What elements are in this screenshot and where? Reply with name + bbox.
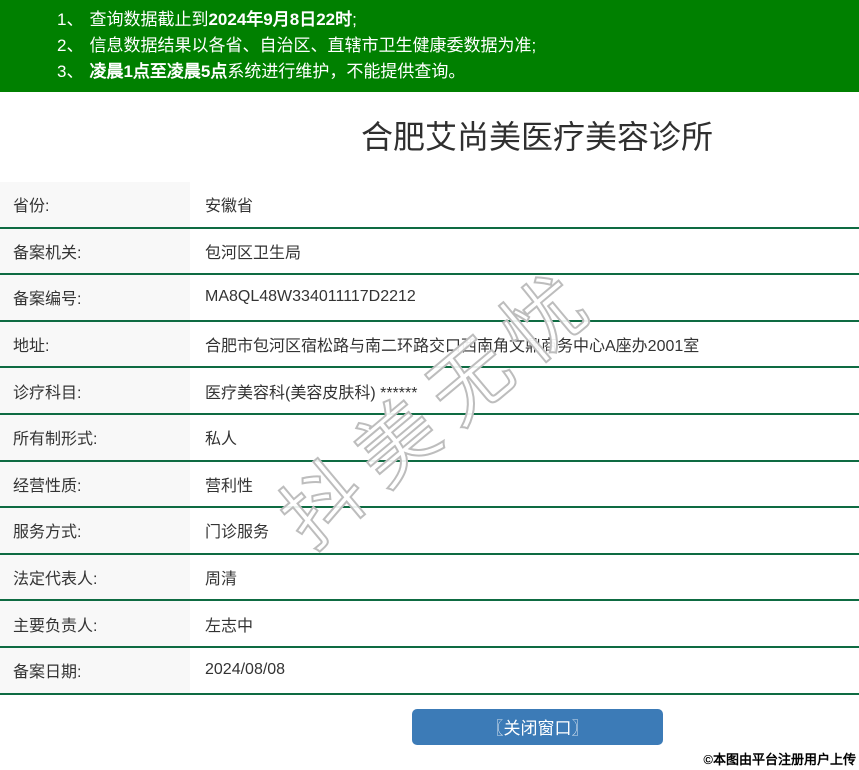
- notice-text-bold: 凌晨1点至凌晨5点: [89, 62, 228, 81]
- row-label: 省份:: [0, 182, 190, 227]
- notice-number: 2、: [57, 36, 84, 55]
- row-value: MA8QL48W334011117D2212: [205, 288, 416, 306]
- row-value: 2024/08/08: [205, 661, 286, 679]
- notice-text: 信息数据结果以各省、自治区、直辖市卫生健康委数据为准;: [89, 36, 537, 55]
- table-row-address: 地址: 合肥市包河区宿松路与南二环路交口西南角文鼎商务中心A座办2001室: [0, 321, 859, 369]
- row-label: 地址:: [0, 321, 190, 367]
- row-value: 门诊服务: [205, 524, 270, 542]
- table-row-business-nature: 经营性质: 营利性: [0, 461, 859, 509]
- table-row-service-mode: 服务方式: 门诊服务: [0, 508, 859, 555]
- row-value: 周清: [205, 571, 238, 589]
- notice-line-2: 2、 信息数据结果以各省、自治区、直辖市卫生健康委数据为准;: [57, 33, 849, 59]
- row-label: 备案编号:: [0, 275, 190, 320]
- table-row-ownership: 所有制形式: 私人: [0, 414, 859, 462]
- table-row-main-person-in-charge: 主要负责人: 左志中: [0, 601, 859, 648]
- row-label: 所有制形式:: [0, 414, 190, 460]
- table-row-filing-authority: 备案机关: 包河区卫生局: [0, 228, 859, 276]
- notice-text: ;: [352, 10, 357, 29]
- notice-line-1: 1、 查询数据截止到2024年9月8日22时;: [57, 7, 849, 33]
- table-row-filing-date: 备案日期: 2024/08/08: [0, 647, 859, 695]
- notice-line-3: 3、 凌晨1点至凌晨5点系统进行维护，不能提供查询。: [57, 59, 849, 85]
- notice-number: 3、: [57, 62, 84, 81]
- notice-text: 查询数据截止到: [89, 10, 209, 29]
- page-title: 合肥艾尚美医疗美容诊所: [360, 119, 713, 155]
- row-value: 私人: [205, 431, 238, 449]
- copyright-watermark: ©本图由平台注册用户上传: [703, 752, 856, 767]
- notice-banner: 1、 查询数据截止到2024年9月8日22时; 2、 信息数据结果以各省、自治区、直…: [0, 0, 859, 92]
- close-window-button[interactable]: 〖关闭窗口〗: [412, 708, 663, 745]
- row-value: 营利性: [205, 477, 254, 495]
- notice-text-bold: 2024年9月8日22时: [208, 10, 353, 29]
- table-row-medical-subjects: 诊疗科目: 医疗美容科(美容皮肤科) ******: [0, 368, 859, 415]
- notice-number: 1、: [57, 10, 84, 29]
- row-label: 备案日期:: [0, 647, 190, 693]
- notice-text: 系统进行维护，不能提供查询。: [227, 62, 466, 81]
- info-table: 省份: 安徽省 备案机关: 包河区卫生局 备案编号: MA8QL48W33401…: [0, 182, 859, 695]
- row-label: 服务方式:: [0, 508, 190, 553]
- row-label: 备案机关:: [0, 228, 190, 274]
- table-row-legal-representative: 法定代表人: 周清: [0, 554, 859, 602]
- table-row-province: 省份: 安徽省: [0, 182, 859, 229]
- button-row: 〖关闭窗口〗: [0, 708, 859, 745]
- row-label: 主要负责人:: [0, 601, 190, 646]
- row-value: 安徽省: [205, 198, 254, 216]
- row-value: 左志中: [205, 617, 254, 635]
- row-label: 法定代表人:: [0, 554, 190, 600]
- table-row-filing-number: 备案编号: MA8QL48W334011117D2212: [0, 275, 859, 322]
- row-label: 诊疗科目:: [0, 368, 190, 413]
- row-label: 经营性质:: [0, 461, 190, 507]
- row-value: 合肥市包河区宿松路与南二环路交口西南角文鼎商务中心A座办2001室: [205, 338, 700, 356]
- row-value: 医疗美容科(美容皮肤科) ******: [205, 384, 418, 402]
- row-value: 包河区卫生局: [205, 244, 302, 262]
